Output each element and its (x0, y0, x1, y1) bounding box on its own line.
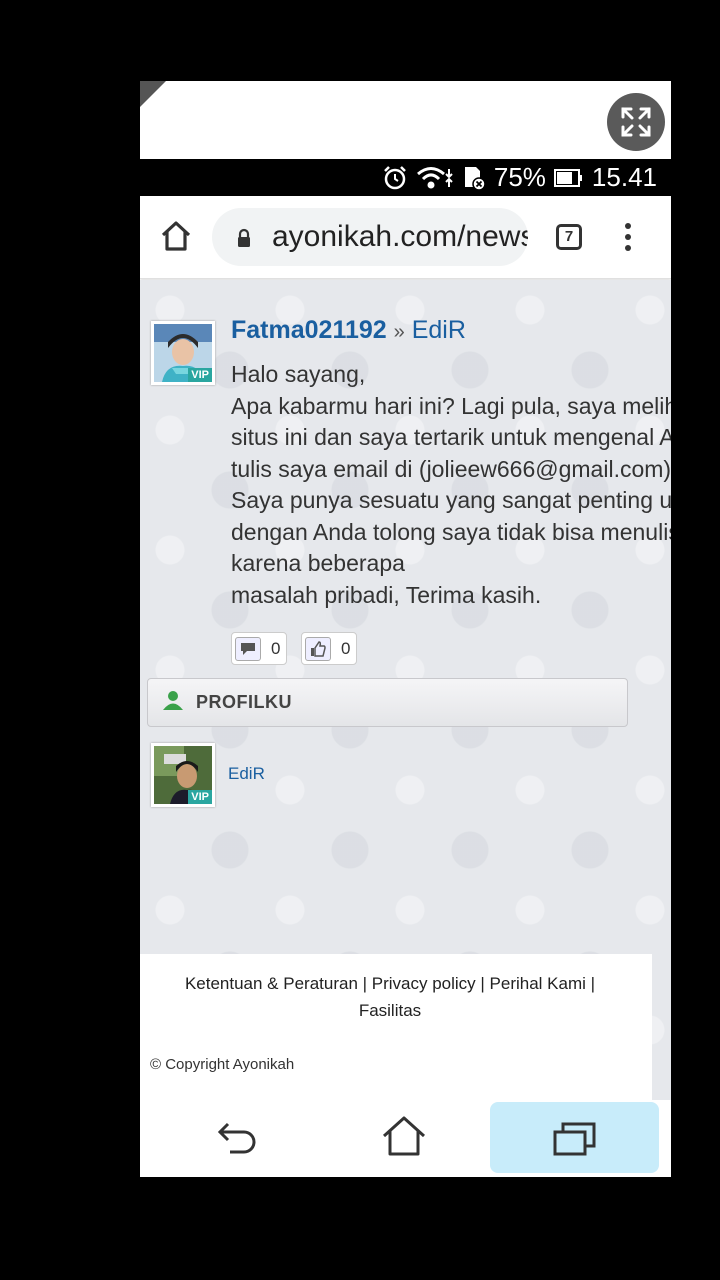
address-bar[interactable]: ayonikah.com/news (212, 208, 528, 266)
footer-links-line[interactable]: Fasilitas (170, 997, 610, 1024)
home-icon (161, 221, 191, 251)
message-line: Halo sayang, (231, 361, 366, 387)
menu-dot-icon (625, 223, 631, 229)
comment-button[interactable]: 0 (231, 632, 288, 665)
expand-icon (621, 107, 651, 137)
expand-fullscreen-button[interactable] (607, 93, 665, 151)
author-avatar[interactable]: VIP (151, 321, 215, 385)
message-line: karena beberapa (231, 550, 405, 576)
footer-links: Ketentuan & Peraturan | Privacy policy |… (170, 970, 610, 1024)
browser-toolbar: ayonikah.com/news 7 (140, 196, 671, 279)
user-icon (162, 689, 184, 716)
tab-switcher-button[interactable]: 7 (556, 224, 582, 250)
profile-section-header: PROFILKU (147, 678, 628, 727)
sd-card-icon (462, 165, 486, 191)
browser-home-button[interactable] (158, 218, 194, 254)
wifi-icon (416, 165, 454, 191)
status-bar: 75% 15.41 (140, 159, 671, 196)
post-header: Fatma021192 » EdiR (231, 316, 466, 345)
recipient-link[interactable]: EdiR (412, 316, 466, 344)
profile-section-title: PROFILKU (196, 692, 292, 712)
author-link[interactable]: Fatma021192 (231, 316, 387, 344)
top-area (140, 81, 671, 159)
like-count: 0 (341, 638, 351, 658)
url-text: ayonikah.com/news (272, 220, 528, 253)
message-line: tulis saya email di (jolieew666@gmail.co… (231, 455, 671, 482)
recent-apps-button[interactable] (490, 1102, 659, 1173)
browser-menu-button[interactable] (624, 223, 632, 253)
menu-dot-icon (625, 234, 631, 240)
recent-apps-icon (553, 1122, 595, 1155)
copyright-text: © Copyright Ayonikah (150, 1056, 295, 1073)
message-line: Apa kabarmu hari ini? Lagi pula, saya me… (231, 392, 671, 419)
message-line: situs ini dan saya tertarik untuk mengen… (231, 424, 671, 450)
page-footer: Ketentuan & Peraturan | Privacy policy |… (140, 954, 652, 1100)
back-button[interactable] (214, 1118, 260, 1163)
comment-count: 0 (271, 638, 281, 658)
profile-name-link[interactable]: EdiR (228, 764, 265, 784)
vip-badge: VIP (188, 790, 212, 804)
clock: 15.41 (591, 162, 657, 192)
system-nav-bar (140, 1100, 671, 1177)
menu-dot-icon (625, 245, 631, 251)
back-icon (217, 1122, 256, 1154)
corner-marker (140, 81, 166, 107)
device-screen: 75% 15.41 ayonikah.com/news 7 VIP Fatma0… (140, 81, 671, 1177)
battery-percent: 75% (493, 162, 546, 192)
post-message: Halo sayang, Apa kabarmu hari ini? Lagi … (231, 359, 671, 611)
message-line: masalah pribadi, Terima kasih. (231, 581, 542, 608)
system-home-button[interactable] (381, 1114, 427, 1163)
vip-badge: VIP (188, 368, 212, 382)
message-line: dengan Anda tolong saya tidak bisa menul… (231, 518, 671, 545)
home-icon (382, 1116, 426, 1156)
footer-links-line[interactable]: Ketentuan & Peraturan | Privacy policy |… (170, 970, 610, 997)
profile-avatar[interactable]: VIP (151, 743, 215, 807)
thumbs-up-icon (305, 636, 331, 661)
message-line: Saya punya sesuatu yang sangat penting u… (231, 487, 671, 513)
alarm-icon (382, 165, 408, 191)
lock-icon (236, 228, 252, 253)
comment-icon (235, 636, 261, 661)
like-button[interactable]: 0 (301, 632, 358, 665)
arrow-separator: » (393, 321, 405, 343)
page-content: VIP Fatma021192 » EdiR Halo sayang, Apa … (140, 280, 671, 1100)
battery-icon (553, 168, 584, 188)
